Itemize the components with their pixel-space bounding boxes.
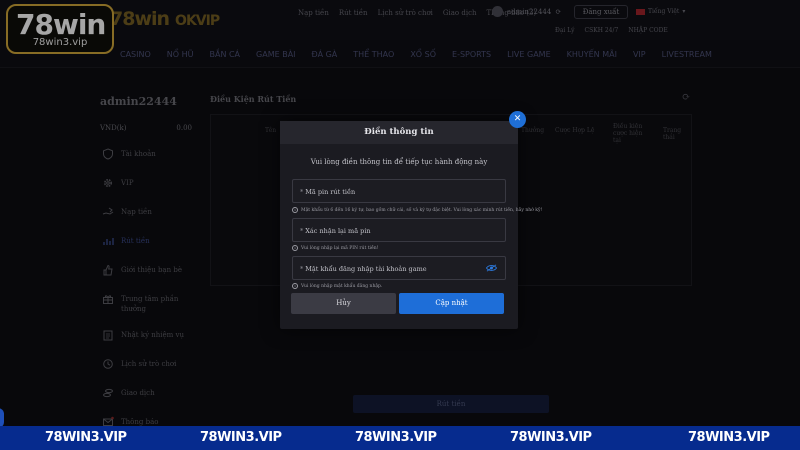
login-password-input[interactable]: * Mật khẩu đăng nhập tài khoản game	[292, 256, 506, 280]
modal-subtitle: Vui lòng điền thông tin để tiếp tục hành…	[310, 158, 488, 166]
info-icon: i	[292, 245, 298, 251]
eye-icon[interactable]	[486, 264, 497, 272]
watermark-text: 78WIN3.VIP	[688, 430, 770, 445]
withdraw-pin-placeholder: Mã pin rút tiền	[305, 188, 356, 196]
info-icon: i	[292, 283, 298, 289]
withdraw-pin-input[interactable]: * Mã pin rút tiền	[292, 179, 506, 203]
login-password-placeholder: Mật khẩu đăng nhập tài khoản game	[305, 265, 427, 273]
info-icon: i	[292, 207, 298, 213]
confirm-pin-hint: i Vui lòng nhập lại mã PIN rút tiền!	[292, 245, 512, 251]
watermark-text: 78WIN3.VIP	[45, 430, 127, 445]
close-icon[interactable]: ✕	[509, 111, 526, 128]
confirm-pin-input[interactable]: * Xác nhận lại mã pin	[292, 218, 506, 242]
fill-info-modal: Điền thông tin Vui lòng điền thông tin đ…	[280, 121, 542, 329]
login-password-hint: i Vui lòng nhập mật khẩu đăng nhập.	[292, 283, 512, 289]
withdraw-pin-hint: i Mật khẩu từ 6 đến 16 ký tự, bao gồm ch…	[292, 207, 542, 213]
cancel-button[interactable]: Hủy	[291, 293, 396, 314]
watermark-text: 78WIN3.VIP	[200, 430, 282, 445]
withdraw-page: 78win OKVIP Nạp tiền Rút tiền Lịch sử trò…	[0, 0, 800, 450]
update-button[interactable]: Cập nhật	[399, 293, 504, 314]
modal-header: Điền thông tin	[280, 121, 518, 144]
watermark-band: 78WIN3.VIP 78WIN3.VIP 78WIN3.VIP 78WIN3.…	[0, 426, 800, 450]
watermark-text: 78WIN3.VIP	[355, 430, 437, 445]
confirm-pin-placeholder: Xác nhận lại mã pin	[305, 227, 371, 235]
modal-title: Điền thông tin	[364, 127, 434, 137]
watermark-text: 78WIN3.VIP	[510, 430, 592, 445]
